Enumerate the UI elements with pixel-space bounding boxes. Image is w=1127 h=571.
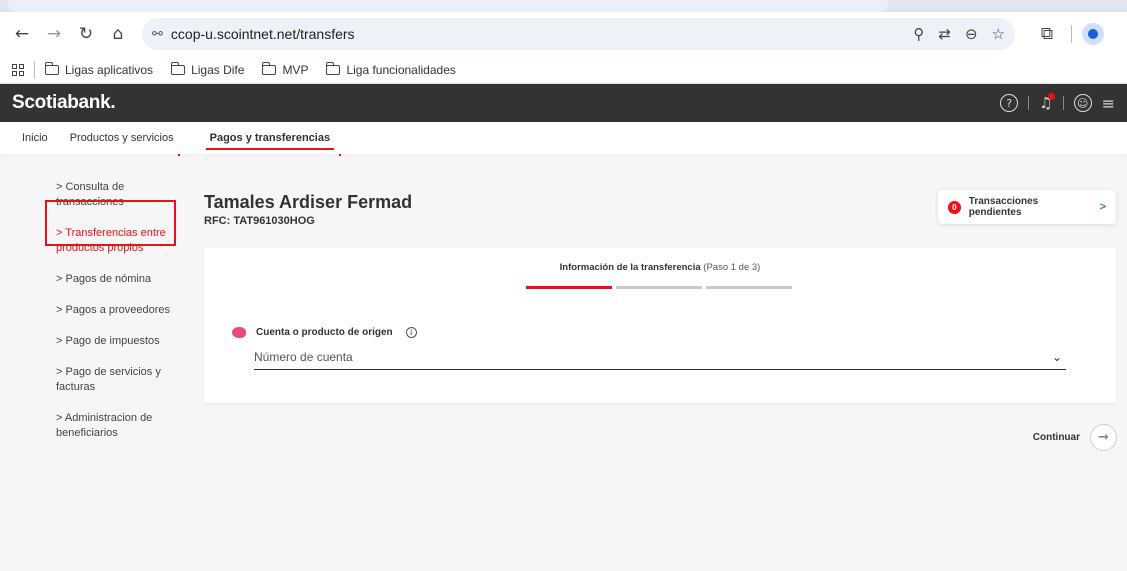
browser-toolbar: ← → ↻ ⌂ ⚯ ccop-u.scointnet.net/transfers… — [0, 12, 1127, 56]
notifications-bell-icon[interactable]: ♫ — [1039, 93, 1055, 112]
main-nav: Inicio Productos y servicios Pagos y tra… — [0, 122, 1127, 154]
sidebar-item-servicios-facturas[interactable]: > Pago de servicios y facturas — [56, 365, 186, 395]
nav-productos-servicios[interactable]: Productos y servicios — [70, 122, 174, 154]
zoom-icon[interactable]: ⊖ — [965, 25, 978, 43]
back-icon[interactable]: ← — [8, 20, 36, 48]
sidebar-item-proveedores[interactable]: > Pagos a proveedores — [56, 303, 186, 318]
step-title: Información de la transferencia (Paso 1 … — [559, 262, 761, 273]
sidebar-item-nomina[interactable]: > Pagos de nómina — [56, 272, 186, 287]
progress-step-1 — [526, 286, 612, 289]
apps-grid-icon[interactable] — [12, 63, 24, 76]
progress-step-3 — [706, 286, 792, 289]
address-bar[interactable]: ⚯ ccop-u.scointnet.net/transfers ⚲ ⇄ ⊖ ☆ — [142, 18, 1015, 50]
bookmark-folder[interactable]: Ligas Dife — [170, 61, 244, 77]
browser-tabstrip — [0, 0, 1127, 12]
bookmark-folder[interactable]: Ligas aplicativos — [44, 61, 153, 77]
info-icon[interactable]: i — [405, 327, 417, 338]
arrow-right-icon: → — [1090, 424, 1117, 451]
url-text[interactable]: ccop-u.scointnet.net/transfers — [171, 26, 913, 42]
home-icon[interactable]: ⌂ — [104, 20, 132, 48]
main-content: Tamales Ardiser Fermad RFC: TAT961030HOG… — [204, 190, 1116, 403]
bookmark-folder[interactable]: MVP — [261, 61, 308, 77]
brand-logo[interactable]: Scotiabank. — [12, 92, 116, 114]
transfer-form-card: Información de la transferencia (Paso 1 … — [204, 248, 1116, 403]
bookmarks-divider — [34, 60, 35, 79]
continue-button[interactable]: Continuar → — [1033, 424, 1117, 451]
active-nav-underline — [205, 148, 335, 150]
app-header: Scotiabank. ? ♫ ☺ ≡ — [0, 84, 1127, 122]
chevron-down-icon: ⌄ — [1051, 349, 1062, 364]
folder-icon — [44, 61, 59, 75]
reload-icon[interactable]: ↻ — [72, 20, 100, 48]
bookmarks-bar: Ligas aplicativos Ligas Dife MVP Liga fu… — [0, 56, 1127, 84]
user-profile-icon[interactable]: ☺ — [1073, 94, 1092, 112]
bookmark-star-icon[interactable]: ☆ — [992, 25, 1005, 43]
pending-label: Transacciones pendientes — [968, 196, 1039, 218]
bookmark-folder[interactable]: Liga funcionalidades — [325, 61, 456, 77]
site-info-icon[interactable]: ⚯ — [152, 27, 163, 42]
account-placeholder: Número de cuenta — [254, 349, 353, 364]
location-icon[interactable]: ⚲ — [913, 25, 924, 43]
step-progress-bar — [526, 286, 792, 289]
nav-pagos-transferencias[interactable]: Pagos y transferencias — [196, 122, 344, 154]
folder-icon — [261, 61, 277, 75]
forward-icon[interactable]: → — [40, 20, 68, 48]
pending-count-badge: 0 — [948, 200, 961, 214]
sidebar-item-impuestos[interactable]: > Pago de impuestos — [56, 334, 186, 349]
sidebar-item-beneficiarios[interactable]: > Administracion de beneficiarios — [56, 411, 186, 441]
active-tab[interactable] — [8, 0, 888, 12]
pending-transactions-button[interactable]: 0 Transacciones pendientes > — [938, 190, 1116, 224]
piggy-bank-icon — [232, 327, 246, 338]
progress-step-2 — [616, 286, 702, 289]
folder-icon — [325, 61, 341, 75]
header-divider — [1062, 96, 1064, 110]
nav-inicio[interactable]: Inicio — [22, 122, 48, 154]
hamburger-menu-icon[interactable]: ≡ — [1102, 94, 1115, 113]
header-divider — [1028, 96, 1030, 110]
main-area: > Consulta de transacciones > Transferen… — [0, 156, 1127, 571]
toolbar-divider — [1071, 25, 1072, 43]
translate-icon[interactable]: ⇄ — [938, 25, 951, 43]
folder-icon — [170, 61, 186, 75]
help-icon[interactable]: ? — [1000, 94, 1019, 112]
extensions-icon[interactable]: ⧉ — [1033, 20, 1061, 48]
chevron-right-icon: > — [1099, 201, 1106, 213]
origin-account-label: Cuenta o producto de origen i — [232, 327, 417, 338]
annotation-highlight-sidebar — [45, 200, 176, 246]
origin-account-select[interactable]: Número de cuenta ⌄ — [254, 344, 1066, 370]
profile-avatar-icon[interactable] — [1082, 23, 1104, 45]
